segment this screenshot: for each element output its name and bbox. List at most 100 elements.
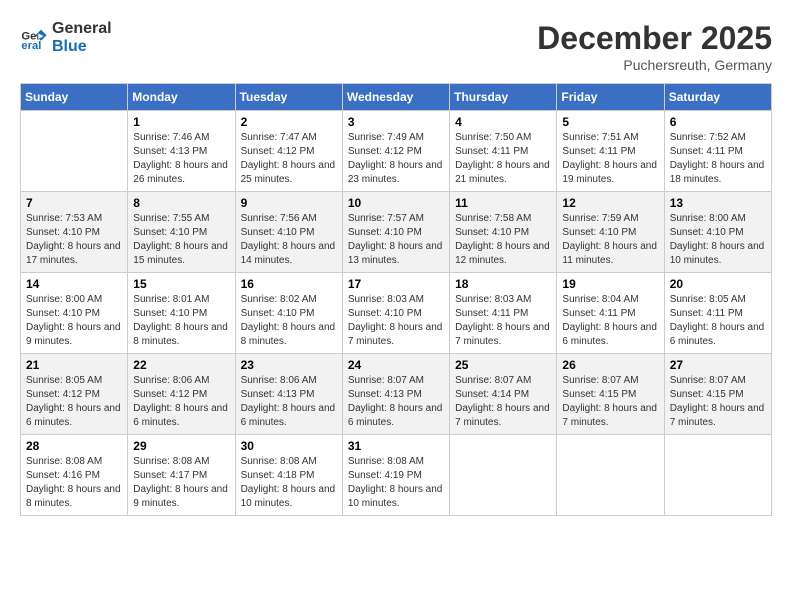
week-row-2: 14Sunrise: 8:00 AMSunset: 4:10 PMDayligh… (21, 273, 772, 354)
logo-icon: Gen eral ▶ (20, 24, 48, 52)
day-number: 2 (241, 115, 337, 129)
day-info: Sunrise: 8:07 AMSunset: 4:14 PMDaylight:… (455, 374, 551, 430)
day-info: Sunrise: 8:08 AMSunset: 4:16 PMDaylight:… (26, 455, 122, 511)
day-cell: 2Sunrise: 7:47 AMSunset: 4:12 PMDaylight… (235, 111, 342, 192)
header-tuesday: Tuesday (235, 84, 342, 111)
day-number: 13 (670, 196, 766, 210)
day-info: Sunrise: 8:01 AMSunset: 4:10 PMDaylight:… (133, 293, 229, 349)
day-number: 22 (133, 358, 229, 372)
header-wednesday: Wednesday (342, 84, 449, 111)
day-number: 15 (133, 277, 229, 291)
day-info: Sunrise: 7:52 AMSunset: 4:11 PMDaylight:… (670, 131, 766, 187)
day-cell: 1 Sunrise: 7:46 AMSunset: 4:13 PMDaylight… (128, 111, 235, 192)
day-number: 25 (455, 358, 551, 372)
day-number: 24 (348, 358, 444, 372)
day-cell: 8 Sunrise: 7:55 AMSunset: 4:10 PMDaylight… (128, 192, 235, 273)
calendar-header-row: SundayMondayTuesdayWednesdayThursdayFrid… (21, 84, 772, 111)
svg-text:eral: eral (21, 40, 41, 52)
day-cell: 20 Sunrise: 8:05 AMSunset: 4:11 PMDayligh… (664, 273, 771, 354)
day-info: Sunrise: 7:59 AMSunset: 4:10 PMDaylight:… (562, 212, 658, 268)
day-number: 31 (348, 439, 444, 453)
day-cell: 9Sunrise: 7:56 AMSunset: 4:10 PMDaylight… (235, 192, 342, 273)
day-cell: 21Sunrise: 8:05 AMSunset: 4:12 PMDayligh… (21, 354, 128, 435)
header-thursday: Thursday (450, 84, 557, 111)
svg-text:▶: ▶ (38, 33, 44, 40)
day-cell (450, 435, 557, 516)
week-row-3: 21Sunrise: 8:05 AMSunset: 4:12 PMDayligh… (21, 354, 772, 435)
day-number: 1 (133, 115, 229, 129)
day-info: Sunrise: 7:46 AMSunset: 4:13 PMDaylight:… (133, 131, 229, 187)
day-cell: 24 Sunrise: 8:07 AMSunset: 4:13 PMDayligh… (342, 354, 449, 435)
month-year: December 2025 (537, 20, 772, 57)
header-friday: Friday (557, 84, 664, 111)
calendar-table: SundayMondayTuesdayWednesdayThursdayFrid… (20, 83, 772, 516)
day-cell: 15 Sunrise: 8:01 AMSunset: 4:10 PMDayligh… (128, 273, 235, 354)
header-saturday: Saturday (664, 84, 771, 111)
day-cell: 17Sunrise: 8:03 AMSunset: 4:10 PMDayligh… (342, 273, 449, 354)
day-number: 14 (26, 277, 122, 291)
day-info: Sunrise: 8:06 AMSunset: 4:12 PMDaylight:… (133, 374, 229, 430)
day-cell: 30Sunrise: 8:08 AMSunset: 4:18 PMDayligh… (235, 435, 342, 516)
day-cell: 10 Sunrise: 7:57 AMSunset: 4:10 PMDayligh… (342, 192, 449, 273)
day-info: Sunrise: 8:00 AMSunset: 4:10 PMDaylight:… (670, 212, 766, 268)
day-cell: 27Sunrise: 8:07 AMSunset: 4:15 PMDayligh… (664, 354, 771, 435)
day-number: 7 (26, 196, 122, 210)
logo-line2: Blue (52, 38, 112, 56)
day-number: 29 (133, 439, 229, 453)
day-cell (664, 435, 771, 516)
location: Puchersreuth, Germany (537, 57, 772, 73)
day-number: 27 (670, 358, 766, 372)
day-cell (557, 435, 664, 516)
day-number: 17 (348, 277, 444, 291)
day-number: 3 (348, 115, 444, 129)
day-info: Sunrise: 8:07 AMSunset: 4:13 PMDaylight:… (348, 374, 444, 430)
week-row-0: 1 Sunrise: 7:46 AMSunset: 4:13 PMDaylight… (21, 111, 772, 192)
day-info: Sunrise: 8:04 AMSunset: 4:11 PMDaylight:… (562, 293, 658, 349)
day-number: 16 (241, 277, 337, 291)
day-info: Sunrise: 7:58 AMSunset: 4:10 PMDaylight:… (455, 212, 551, 268)
day-info: Sunrise: 8:05 AMSunset: 4:11 PMDaylight:… (670, 293, 766, 349)
day-cell: 11Sunrise: 7:58 AMSunset: 4:10 PMDayligh… (450, 192, 557, 273)
logo: Gen eral ▶ General Blue (20, 20, 112, 55)
day-cell: 19 Sunrise: 8:04 AMSunset: 4:11 PMDayligh… (557, 273, 664, 354)
week-row-4: 28 Sunrise: 8:08 AMSunset: 4:16 PMDayligh… (21, 435, 772, 516)
page-header: Gen eral ▶ General Blue December 2025 Pu… (20, 20, 772, 73)
day-cell: 22 Sunrise: 8:06 AMSunset: 4:12 PMDayligh… (128, 354, 235, 435)
day-info: Sunrise: 7:57 AMSunset: 4:10 PMDaylight:… (348, 212, 444, 268)
day-number: 20 (670, 277, 766, 291)
day-cell: 31 Sunrise: 8:08 AMSunset: 4:19 PMDayligh… (342, 435, 449, 516)
day-info: Sunrise: 8:08 AMSunset: 4:19 PMDaylight:… (348, 455, 444, 511)
day-cell: 29 Sunrise: 8:08 AMSunset: 4:17 PMDayligh… (128, 435, 235, 516)
day-number: 9 (241, 196, 337, 210)
day-cell (21, 111, 128, 192)
day-cell: 6 Sunrise: 7:52 AMSunset: 4:11 PMDaylight… (664, 111, 771, 192)
day-info: Sunrise: 8:08 AMSunset: 4:17 PMDaylight:… (133, 455, 229, 511)
day-number: 4 (455, 115, 551, 129)
day-number: 23 (241, 358, 337, 372)
day-number: 5 (562, 115, 658, 129)
day-number: 10 (348, 196, 444, 210)
day-info: Sunrise: 7:53 AMSunset: 4:10 PMDaylight:… (26, 212, 122, 268)
logo-line1: General (52, 20, 112, 38)
day-cell: 16 Sunrise: 8:02 AMSunset: 4:10 PMDayligh… (235, 273, 342, 354)
day-info: Sunrise: 8:07 AMSunset: 4:15 PMDaylight:… (562, 374, 658, 430)
day-cell: 28 Sunrise: 8:08 AMSunset: 4:16 PMDayligh… (21, 435, 128, 516)
day-number: 6 (670, 115, 766, 129)
day-info: Sunrise: 7:50 AMSunset: 4:11 PMDaylight:… (455, 131, 551, 187)
day-number: 8 (133, 196, 229, 210)
day-number: 28 (26, 439, 122, 453)
day-info: Sunrise: 8:02 AMSunset: 4:10 PMDaylight:… (241, 293, 337, 349)
day-cell: 23 Sunrise: 8:06 AMSunset: 4:13 PMDayligh… (235, 354, 342, 435)
day-info: Sunrise: 7:55 AMSunset: 4:10 PMDaylight:… (133, 212, 229, 268)
day-info: Sunrise: 8:03 AMSunset: 4:11 PMDaylight:… (455, 293, 551, 349)
day-number: 19 (562, 277, 658, 291)
day-info: Sunrise: 7:51 AMSunset: 4:11 PMDaylight:… (562, 131, 658, 187)
day-info: Sunrise: 8:06 AMSunset: 4:13 PMDaylight:… (241, 374, 337, 430)
day-cell: 26 Sunrise: 8:07 AMSunset: 4:15 PMDayligh… (557, 354, 664, 435)
day-number: 21 (26, 358, 122, 372)
day-cell: 12Sunrise: 7:59 AMSunset: 4:10 PMDayligh… (557, 192, 664, 273)
day-number: 26 (562, 358, 658, 372)
title-block: December 2025 Puchersreuth, Germany (537, 20, 772, 73)
header-monday: Monday (128, 84, 235, 111)
day-cell: 13 Sunrise: 8:00 AMSunset: 4:10 PMDayligh… (664, 192, 771, 273)
